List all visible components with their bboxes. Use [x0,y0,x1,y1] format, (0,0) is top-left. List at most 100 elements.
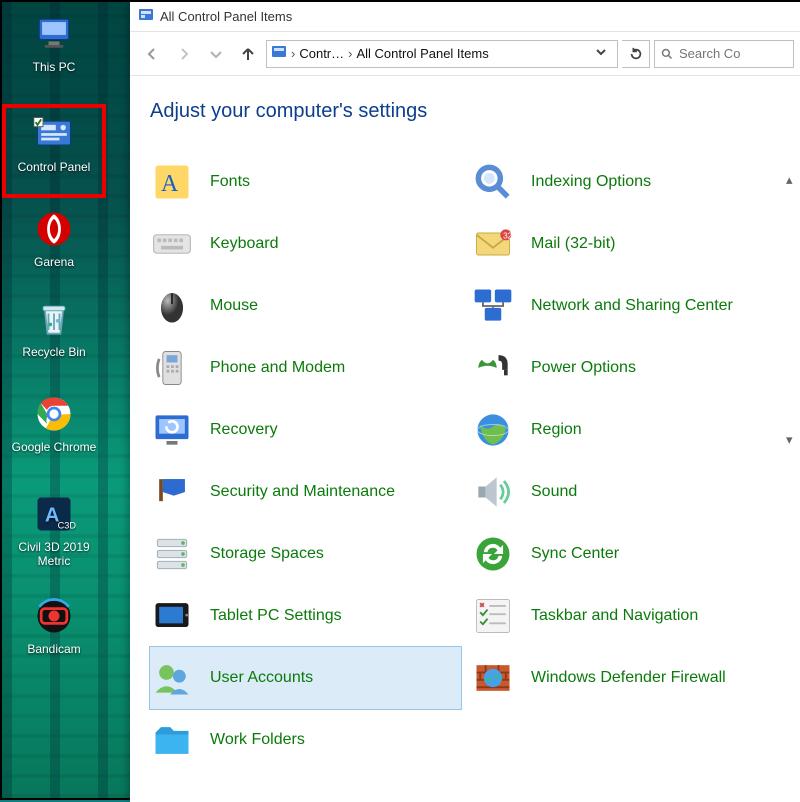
cp-item-label: Security and Maintenance [210,482,395,501]
desktop-icon-recycle-bin[interactable]: Recycle Bin [4,297,104,359]
taskbar-nav-icon [471,594,515,638]
address-row: › Contr… › All Control Panel Items [130,32,800,76]
desktop-icon-label: Bandicam [27,642,80,656]
breadcrumb-root[interactable]: Contr… [299,46,344,61]
desktop-icon-label: Civil 3D 2019 Metric [4,540,104,568]
cp-item-storage-spaces[interactable]: Storage Spaces [150,523,461,585]
cp-item-label: User Accounts [210,668,313,687]
chevron-right-icon: › [348,46,352,61]
cp-item-sync-center[interactable]: Sync Center [471,523,782,585]
security-maint-icon [150,470,194,514]
cp-item-label: Region [531,420,582,439]
cp-item-fonts[interactable]: A Fonts [150,151,461,213]
desktop-icon-label: Control Panel [18,160,91,174]
control-panel-window: All Control Panel Items › Contr… › All C… [130,2,800,802]
cp-item-label: Windows Defender Firewall [531,668,726,687]
cp-item-defender-fw[interactable]: Windows Defender Firewall [471,647,782,709]
page-heading: Adjust your computer's settings [150,100,782,123]
nav-up-button[interactable] [234,40,262,68]
control-panel-grid: A Fonts Indexing Options Keyboard 32 Mail (32… [150,151,782,771]
desktop-icon-this-pc[interactable]: This PC [4,12,104,74]
sound-icon [471,470,515,514]
cp-item-label: Keyboard [210,234,279,253]
cp-item-label: Indexing Options [531,172,651,191]
cp-item-label: Mail (32-bit) [531,234,615,253]
bandicam-icon [32,594,76,638]
user-accounts-icon [150,656,194,700]
cp-item-mail[interactable]: 32 Mail (32-bit) [471,213,782,275]
desktop-icon-bandicam[interactable]: Bandicam [4,594,104,656]
titlebar: All Control Panel Items [130,2,800,32]
desktop: This PC Control Panel Garena Recycle Bin Goo… [2,2,127,802]
cp-item-label: Sound [531,482,577,501]
storage-spaces-icon [150,532,194,576]
this-pc-icon [32,12,76,56]
cp-item-network-sharing[interactable]: Network and Sharing Center [471,275,782,337]
cp-item-phone-modem[interactable]: Phone and Modem [150,337,461,399]
mouse-icon [150,284,194,328]
breadcrumb-current[interactable]: All Control Panel Items [356,46,488,61]
cp-item-label: Mouse [210,296,258,315]
address-dropdown-button[interactable] [589,46,613,61]
cp-item-work-folders[interactable]: Work Folders [150,709,461,771]
region-icon [471,408,515,452]
keyboard-icon [150,222,194,266]
chevron-right-icon: › [291,46,295,61]
power-icon [471,346,515,390]
refresh-button[interactable] [622,40,650,68]
network-sharing-icon [471,284,515,328]
cp-item-label: Fonts [210,172,250,191]
defender-fw-icon [471,656,515,700]
svg-text:A: A [161,171,179,197]
cp-item-security-maint[interactable]: Security and Maintenance [150,461,461,523]
cp-item-keyboard[interactable]: Keyboard [150,213,461,275]
work-folders-icon [150,718,194,762]
desktop-icon-label: This PC [33,60,76,74]
scroll-down-icon[interactable]: ▾ [786,432,800,448]
cp-item-user-accounts[interactable]: User Accounts [150,647,461,709]
search-box[interactable] [654,40,794,68]
cp-item-sound[interactable]: Sound [471,461,782,523]
cp-item-recovery[interactable]: Recovery [150,399,461,461]
desktop-icon-label: Recycle Bin [22,345,85,359]
cp-item-label: Storage Spaces [210,544,324,563]
nav-forward-button[interactable] [170,40,198,68]
cp-item-power[interactable]: Power Options [471,337,782,399]
desktop-icon-control-panel[interactable]: Control Panel [4,106,104,196]
recovery-icon [150,408,194,452]
cp-item-label: Work Folders [210,730,305,749]
control-panel-small-icon [138,7,154,26]
cp-item-region[interactable]: Region [471,399,782,461]
cp-item-label: Sync Center [531,544,619,563]
desktop-icon-garena[interactable]: Garena [4,207,104,269]
search-input[interactable] [679,46,787,61]
desktop-icon-civil-3d[interactable]: AC3D Civil 3D 2019 Metric [4,492,104,568]
sync-center-icon [471,532,515,576]
address-bar[interactable]: › Contr… › All Control Panel Items [266,40,618,68]
cp-item-mouse[interactable]: Mouse [150,275,461,337]
garena-icon [32,207,76,251]
cp-item-label: Network and Sharing Center [531,296,733,315]
window-title: All Control Panel Items [160,9,292,24]
cp-item-label: Taskbar and Navigation [531,606,698,625]
svg-text:C3D: C3D [58,521,76,531]
cp-item-tablet-pc[interactable]: Tablet PC Settings [150,585,461,647]
google-chrome-icon [32,392,76,436]
recycle-bin-icon [32,297,76,341]
svg-text:32: 32 [503,232,513,241]
indexing-icon [471,160,515,204]
nav-back-button[interactable] [138,40,166,68]
nav-recent-button[interactable] [202,40,230,68]
mail-icon: 32 [471,222,515,266]
desktop-icon-label: Google Chrome [12,440,97,454]
search-icon [661,47,673,61]
cp-item-taskbar-nav[interactable]: Taskbar and Navigation [471,585,782,647]
control-panel-small-icon [271,44,287,63]
scroll-up-icon[interactable]: ▴ [786,172,800,188]
cp-item-indexing[interactable]: Indexing Options [471,151,782,213]
civil-3d-icon: AC3D [32,492,76,536]
desktop-icon-google-chrome[interactable]: Google Chrome [4,392,104,454]
control-panel-icon [32,112,76,156]
cp-item-label: Phone and Modem [210,358,345,377]
cp-item-label: Tablet PC Settings [210,606,342,625]
